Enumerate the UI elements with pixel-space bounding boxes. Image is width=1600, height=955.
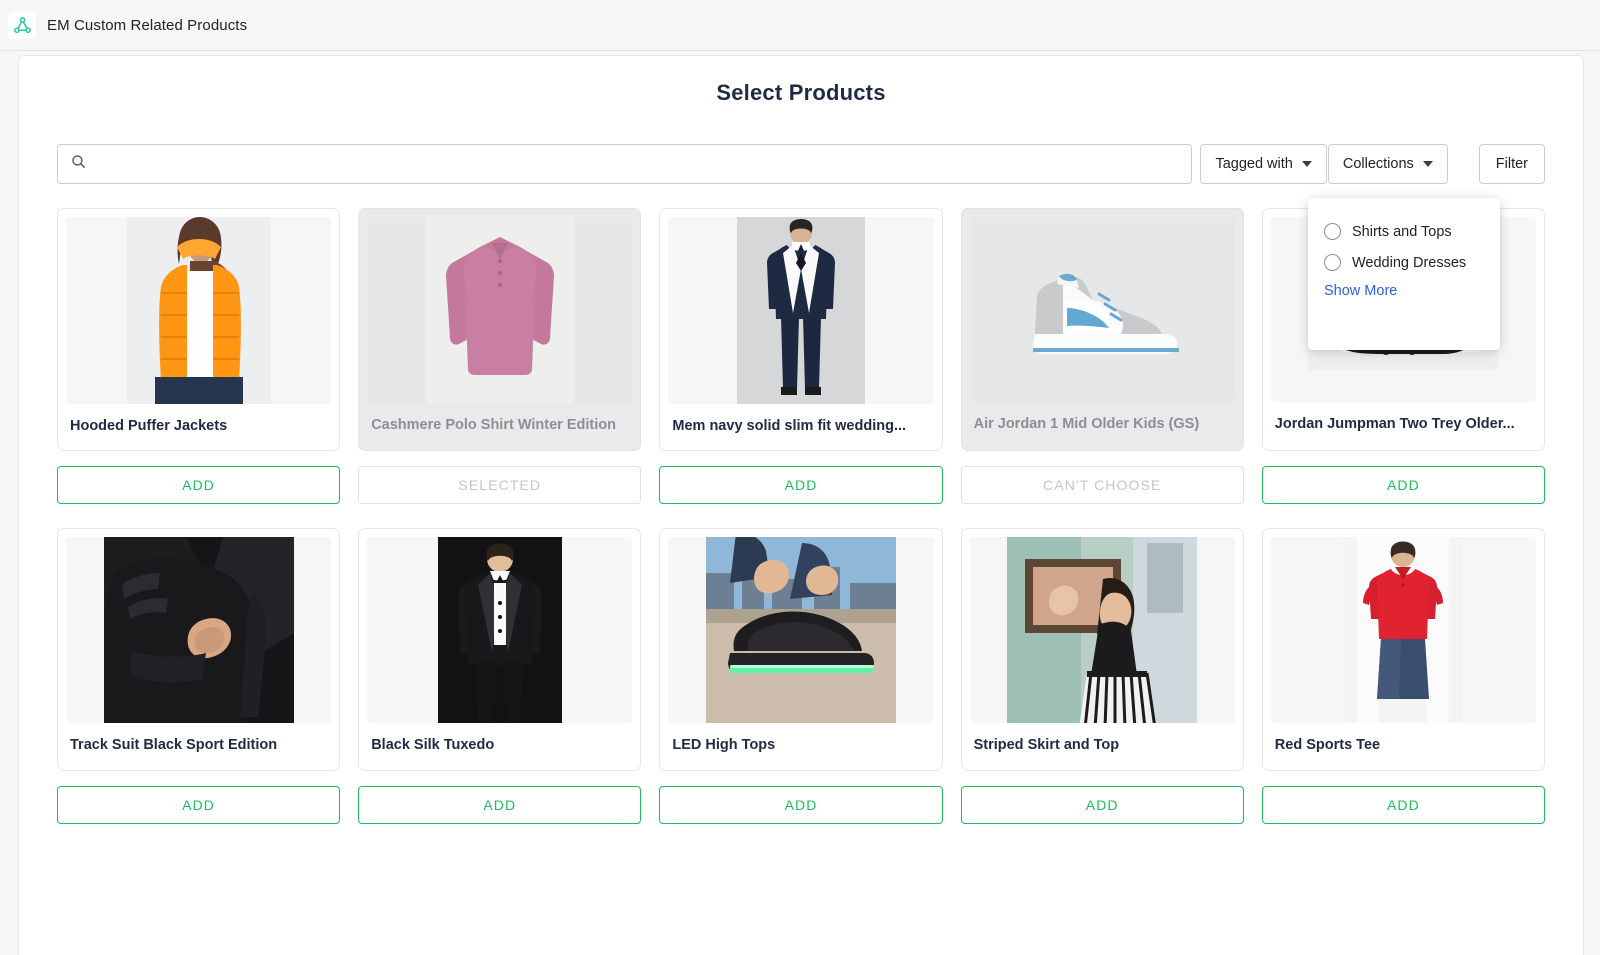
product-action-button[interactable]: ADD — [1261, 466, 1545, 504]
product-cell: Black Silk Tuxedo ADD — [358, 528, 642, 848]
product-title: Mem navy solid slim fit wedding... — [672, 418, 907, 435]
product-action-button[interactable]: ADD — [960, 786, 1244, 824]
radio-icon[interactable] — [1324, 254, 1341, 271]
product-cell: Red Sports Tee ADD — [1261, 528, 1545, 848]
product-card[interactable]: Mem navy solid slim fit wedding... — [659, 208, 943, 451]
radio-icon[interactable] — [1324, 223, 1341, 240]
product-image — [668, 537, 934, 724]
product-action-label: ADD — [483, 797, 517, 813]
product-image — [66, 217, 332, 405]
product-title: Cashmere Polo Shirt Winter Edition — [371, 416, 616, 433]
product-action-button: CAN'T CHOOSE — [960, 466, 1244, 504]
product-card[interactable]: Air Jordan 1 Mid Older Kids (GS) — [960, 208, 1244, 451]
product-image — [969, 217, 1235, 402]
product-card[interactable]: Track Suit Black Sport Edition — [57, 528, 341, 771]
product-title: Air Jordan 1 Mid Older Kids (GS) — [973, 416, 1200, 432]
product-action-label: ADD — [784, 797, 818, 813]
product-card[interactable]: Red Sports Tee — [1261, 528, 1545, 771]
filter-button[interactable]: Filter — [1478, 144, 1545, 184]
product-cell: Air Jordan 1 Mid Older Kids (GS) CAN'T C… — [960, 208, 1244, 528]
product-card[interactable]: Hooded Puffer Jackets — [57, 208, 341, 451]
collection-option-label: Wedding Dresses — [1352, 254, 1467, 271]
product-action-label: ADD — [182, 477, 216, 493]
show-more-link[interactable]: Show More — [1308, 278, 1500, 299]
filter-label: Filter — [1495, 156, 1528, 172]
product-cell: Cashmere Polo Shirt Winter Edition SELEC… — [358, 208, 642, 528]
search-icon — [70, 153, 87, 175]
network-graph-icon — [8, 11, 36, 39]
product-action-label: SELECTED — [458, 477, 542, 493]
collections-dropdown[interactable]: Collections — [1327, 144, 1448, 184]
product-title: Red Sports Tee — [1274, 737, 1381, 754]
product-image — [1270, 537, 1536, 724]
product-cell: Track Suit Black Sport Edition ADD — [57, 528, 341, 848]
tagged-with-dropdown[interactable]: Tagged with — [1200, 144, 1327, 184]
product-action-label: ADD — [182, 797, 216, 813]
product-card[interactable]: LED High Tops — [659, 528, 943, 771]
product-card[interactable]: Black Silk Tuxedo — [358, 528, 642, 771]
product-card[interactable]: Cashmere Polo Shirt Winter Edition — [358, 208, 642, 451]
product-image — [668, 217, 934, 405]
filter-toolbar: Tagged with Collections Filter — [57, 144, 1545, 184]
product-title: Striped Skirt and Top — [973, 737, 1120, 754]
product-action-button[interactable]: SELECTED — [358, 466, 642, 504]
collection-option-label: Shirts and Tops — [1352, 223, 1452, 240]
product-image — [969, 537, 1235, 724]
product-action-label: ADD — [1386, 477, 1420, 493]
product-card[interactable]: Striped Skirt and Top — [960, 528, 1244, 771]
product-image — [367, 537, 633, 724]
product-title: LED High Tops — [672, 737, 776, 754]
product-action-button[interactable]: ADD — [659, 466, 943, 504]
product-action-label: CAN'T CHOOSE — [1043, 477, 1162, 493]
product-action-button[interactable]: ADD — [659, 786, 943, 824]
product-cell: Hooded Puffer Jackets ADD — [57, 208, 341, 528]
product-action-button[interactable]: ADD — [358, 786, 642, 824]
product-action-button[interactable]: ADD — [57, 786, 341, 824]
collection-option-shirts-and-tops[interactable]: Shirts and Tops — [1308, 216, 1500, 247]
search-input[interactable] — [97, 156, 1180, 172]
page-title: Select Products — [716, 80, 886, 105]
search-field[interactable] — [57, 144, 1193, 184]
product-title: Jordan Jumpman Two Trey Older... — [1274, 416, 1515, 432]
tagged-with-label: Tagged with — [1215, 156, 1293, 172]
app-bar: EM Custom Related Products — [0, 0, 1600, 51]
chevron-down-icon — [1301, 161, 1312, 167]
content-panel: Select Products Tagged with Collections … — [18, 55, 1584, 955]
product-action-button[interactable]: ADD — [57, 466, 341, 504]
product-action-label: ADD — [1386, 797, 1420, 813]
product-cell: Mem navy solid slim fit wedding... ADD — [659, 208, 943, 528]
collection-option-wedding-dresses[interactable]: Wedding Dresses — [1308, 247, 1500, 278]
product-image — [66, 537, 332, 724]
collections-popover: Shirts and Tops Wedding Dresses Show Mor… — [1308, 198, 1500, 350]
collections-label: Collections — [1342, 156, 1414, 172]
product-title: Track Suit Black Sport Edition — [70, 737, 278, 754]
product-title: Black Silk Tuxedo — [371, 737, 495, 754]
app-title: EM Custom Related Products — [47, 16, 248, 34]
product-action-label: ADD — [1085, 797, 1119, 813]
product-title: Hooded Puffer Jackets — [70, 418, 228, 435]
product-image — [367, 217, 633, 403]
product-action-button[interactable]: ADD — [1261, 786, 1545, 824]
chevron-down-icon — [1422, 161, 1433, 167]
product-action-label: ADD — [784, 477, 818, 493]
product-cell: Striped Skirt and Top ADD — [960, 528, 1244, 848]
product-cell: LED High Tops ADD — [659, 528, 943, 848]
